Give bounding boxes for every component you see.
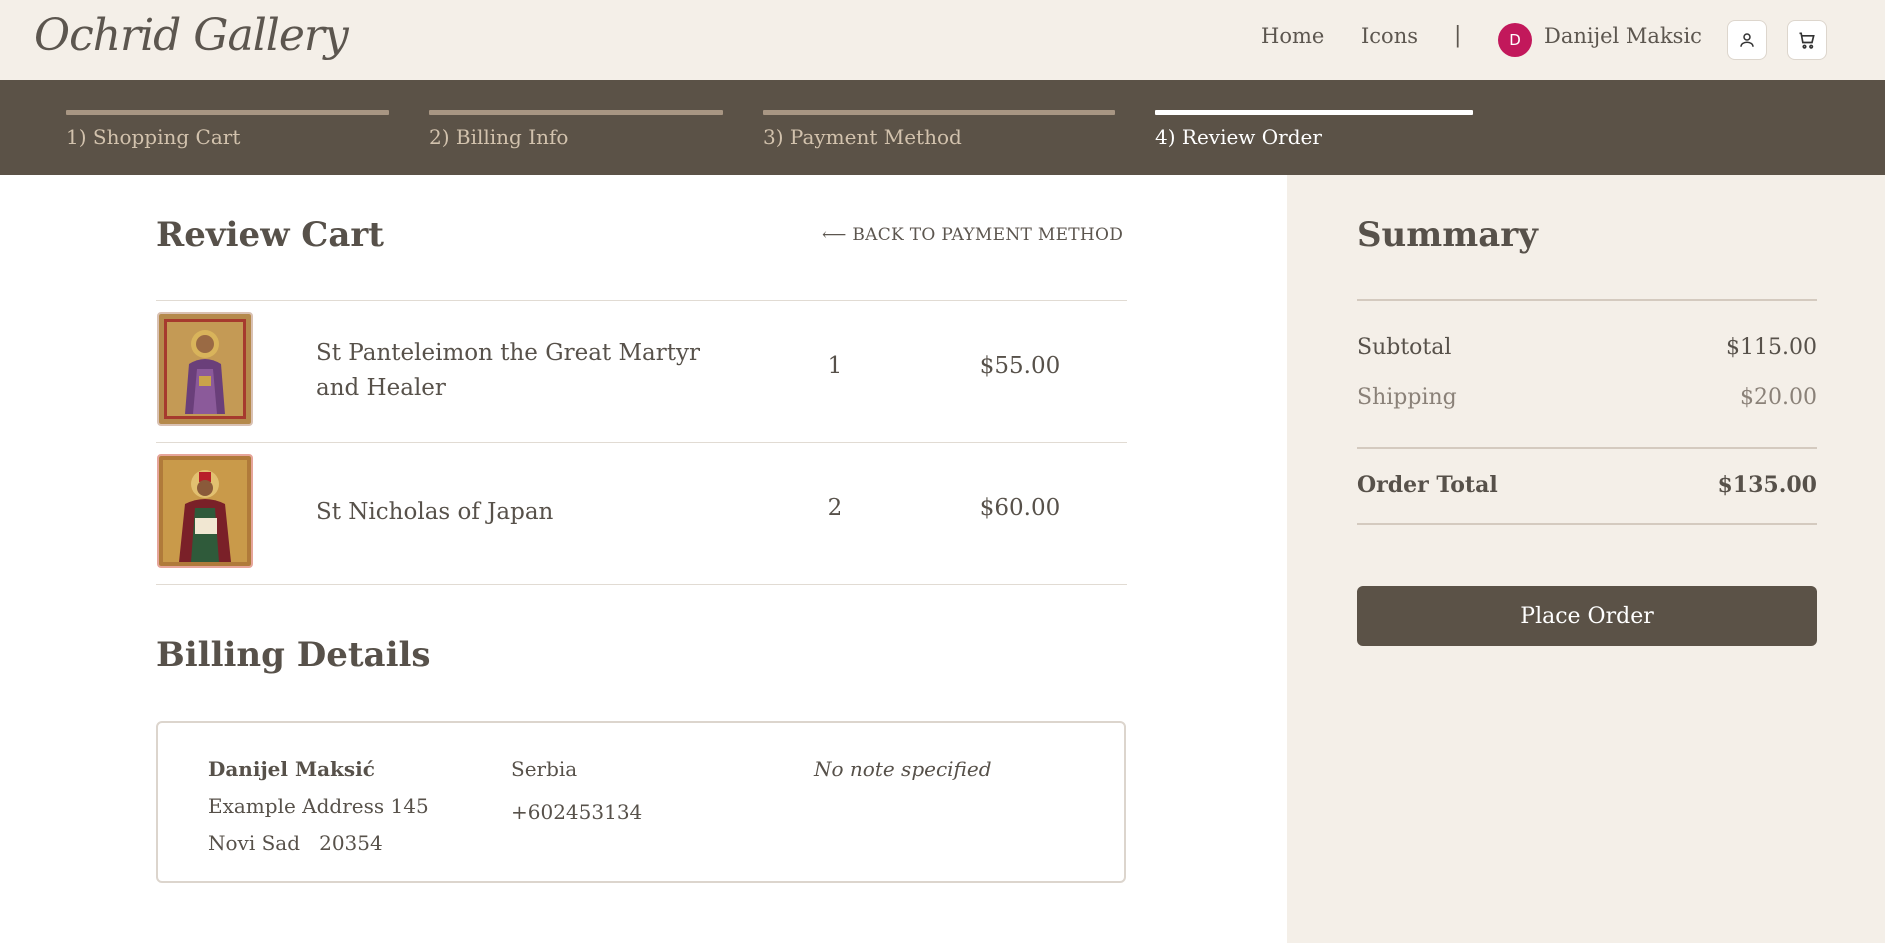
billing-city-zip: Novi Sad 20354 [208,825,429,862]
step-bar [763,110,1115,115]
step-bar [429,110,723,115]
billing-address: Example Address 145 [208,794,429,818]
cart-button[interactable] [1787,20,1827,60]
step-shopping-cart[interactable]: 1) Shopping Cart [66,110,389,149]
step-label: 1) Shopping Cart [66,125,241,149]
item-quantity: 1 [827,353,843,379]
step-payment-method[interactable]: 3) Payment Method [763,110,1115,149]
user-avatar[interactable]: D [1498,23,1532,57]
item-name: St Panteleimon the Great Martyr and Heal… [316,340,700,401]
step-label: 2) Billing Info [429,125,569,149]
divider [1357,447,1817,449]
account-button[interactable] [1727,20,1767,60]
order-total-label: Order Total [1357,472,1498,498]
icon-panteleimon-image [159,314,251,424]
user-icon [1740,33,1754,47]
billing-city: Novi Sad [208,831,301,855]
billing-phone: +602453134 [511,800,643,824]
top-header: Ochrid Gallery Home Icons | D Danijel Ma… [0,0,1885,80]
product-image-panteleimon[interactable] [157,312,253,426]
billing-zip: 20354 [319,831,383,855]
step-bar [66,110,389,115]
subtotal-row: Subtotal $115.00 [1357,335,1817,360]
shipping-label: Shipping [1357,385,1457,410]
review-panel: Review Cart ⟵ BACK TO PAYMENT METHOD St … [0,175,1287,943]
review-cart-title: Review Cart [156,215,385,255]
icon-nicholas-image [159,456,251,566]
place-order-button[interactable]: Place Order [1357,586,1817,646]
back-to-payment-link[interactable]: ⟵ BACK TO PAYMENT METHOD [822,225,1123,245]
step-bar [1155,110,1473,115]
divider [156,442,1127,443]
item-price: $60.00 [979,495,1061,521]
divider [1357,523,1817,525]
billing-note: No note specified [814,757,992,781]
item-quantity: 2 [827,495,843,521]
site-logo[interactable]: Ochrid Gallery [34,10,349,61]
step-label: 4) Review Order [1155,125,1322,149]
step-label: 3) Payment Method [763,125,962,149]
shipping-value: $20.00 [1740,385,1817,410]
order-total-row: Order Total $135.00 [1357,472,1817,498]
billing-details-card: Danijel Maksić Example Address 145 Novi … [156,721,1126,883]
divider [156,584,1127,585]
divider [1357,299,1817,301]
item-name: St Nicholas of Japan [316,499,554,525]
shipping-row: Shipping $20.00 [1357,385,1817,410]
nav-icons-link[interactable]: Icons [1361,24,1418,48]
user-name[interactable]: Danijel Maksic [1544,24,1702,48]
order-total-value: $135.00 [1717,472,1817,498]
subtotal-label: Subtotal [1357,335,1452,360]
nav-home-link[interactable]: Home [1261,24,1324,48]
billing-details-title: Billing Details [156,635,431,675]
billing-contact-column: Serbia +602453134 [511,751,642,831]
cart-icon [1799,32,1815,49]
order-summary-panel: Summary Subtotal $115.00 Shipping $20.00… [1287,175,1885,943]
billing-country: Serbia [511,757,578,781]
nav-separator: | [1454,23,1462,48]
billing-address-column: Danijel Maksić Example Address 145 Novi … [208,751,429,862]
item-price: $55.00 [979,353,1061,379]
checkout-steps: 1) Shopping Cart 2) Billing Info 3) Paym… [0,80,1885,175]
summary-title: Summary [1357,215,1538,255]
product-image-nicholas[interactable] [157,454,253,568]
step-billing-info[interactable]: 2) Billing Info [429,110,723,149]
subtotal-value: $115.00 [1726,335,1817,360]
divider [156,300,1127,301]
step-review-order[interactable]: 4) Review Order [1155,110,1473,149]
billing-name: Danijel Maksić [208,757,375,781]
